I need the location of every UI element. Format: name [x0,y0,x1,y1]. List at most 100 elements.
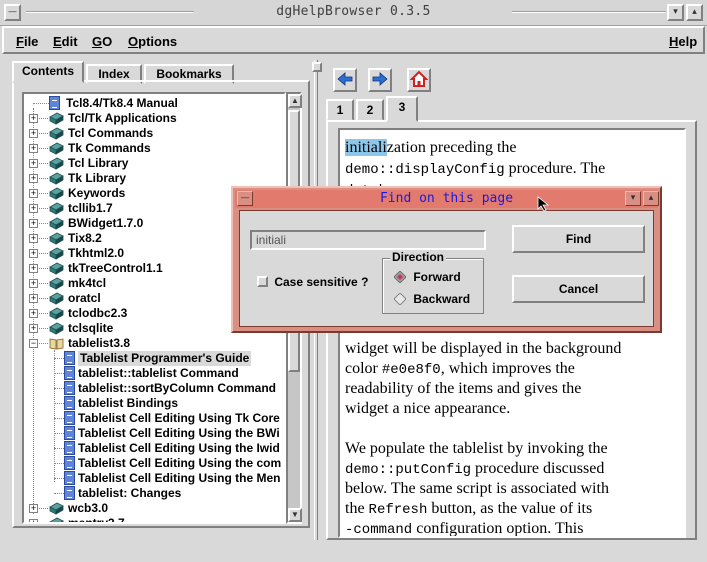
tree-item[interactable]: + Tcl/Tk Applications [24,111,284,126]
window-menu-button[interactable]: — [4,4,21,21]
maximize-button[interactable]: ▴ [686,4,703,21]
page-tab-2[interactable]: 2 [356,99,384,121]
doc-line: color #e0e8f0, which improves the [345,359,575,380]
doc-line: the Refresh button, as the value of its [345,499,592,520]
back-button[interactable] [333,68,357,92]
page-tab-1[interactable]: 1 [326,99,354,121]
menu-help[interactable]: Help [669,34,697,49]
forward-radio[interactable]: Forward [393,269,461,285]
doc-line: -command configuration option. This [345,519,583,536]
expand-icon[interactable]: + [29,519,38,522]
tree-child-item[interactable]: Tablelist Cell Editing Using the BWi [24,426,284,441]
find-input[interactable]: initiali [250,230,486,250]
tree-item-label: Tcl Library [68,156,129,170]
backward-radio[interactable]: Backward [393,291,470,307]
book-icon [49,157,64,170]
tree-item-label-selected: Tablelist Programmer's Guide [78,351,252,366]
tab-contents-label: Contents [22,64,74,78]
tree-item[interactable]: + Tk Commands [24,141,284,156]
tree-child-item[interactable]: Tablelist Cell Editing Using the com [24,456,284,471]
collapse-icon[interactable]: − [29,339,38,348]
tree-item[interactable]: + wcb3.0 [24,501,284,516]
tree-item-manual[interactable]: Tcl8.4/Tk8.4 Manual [24,96,284,111]
tree-item[interactable]: + mentry3.7 [24,516,284,522]
minimize-icon: ▾ [630,193,636,203]
doc-code: demo::displayConfig [345,162,505,178]
tree-item[interactable]: − tablelist3.8 [24,336,284,351]
menu-options[interactable]: Options [128,34,177,49]
scroll-down-button[interactable]: ▼ [288,508,302,522]
tree-connector [39,313,48,314]
home-button[interactable] [407,68,431,92]
minimize-icon: ▾ [673,7,678,17]
doc-text: procedure. The [504,160,606,177]
tree-item[interactable]: + Tcl Commands [24,126,284,141]
tab-contents[interactable]: Contents [12,61,84,83]
minimize-button[interactable]: ▾ [667,4,684,21]
menu-edit[interactable]: Edit [53,34,78,49]
find-dialog-titlebar[interactable]: — Find on this page ▾ ▴ [235,190,659,208]
menu-file[interactable]: File [16,34,38,49]
tree-item[interactable]: + Tk Library [24,171,284,186]
tree-child-item[interactable]: Tablelist Cell Editing Using the Men [24,471,284,486]
document-icon [64,441,75,455]
expand-icon[interactable]: + [29,159,38,168]
maximize-icon: ▴ [692,7,697,17]
menu-go-mnemonic: G [92,34,103,49]
doc-code: demo::putConfig [345,462,472,478]
doc-text: , which improves the [440,360,575,377]
tree-child-item[interactable]: tablelist: Changes [24,486,284,501]
expand-icon[interactable]: + [29,174,38,183]
expand-icon[interactable]: + [29,204,38,213]
window-titlebar[interactable]: — dgHelpBrowser 0.3.5 ▾ ▴ [0,0,707,26]
page-tab-3[interactable]: 3 [386,96,418,122]
dialog-maximize-button[interactable]: ▴ [643,191,659,206]
titlebar-groove-right [512,11,666,13]
book-icon [49,292,64,305]
expand-icon[interactable]: + [29,294,38,303]
book-icon [49,127,64,140]
tree-connector [39,268,48,269]
tree-item-label: Tk Commands [68,141,151,155]
expand-icon[interactable]: + [29,279,38,288]
menu-go[interactable]: GO [92,34,112,49]
book-icon [49,262,64,275]
radio-unselected-icon [393,292,407,306]
find-button[interactable]: Find [512,225,645,253]
tree-child-item[interactable]: Tablelist Cell Editing Using Tk Core [24,411,284,426]
expand-icon[interactable]: + [29,114,38,123]
forward-button[interactable] [368,68,392,92]
tree-item[interactable]: + Tcl Library [24,156,284,171]
book-icon [49,217,64,230]
expand-icon[interactable]: + [29,504,38,513]
tree-child-item[interactable]: tablelist::sortByColumn Command [24,381,284,396]
tree-child-item[interactable]: tablelist Bindings [24,396,284,411]
doc-code: #e0e8f0 [381,362,441,378]
expand-icon[interactable]: + [29,189,38,198]
expand-icon[interactable]: + [29,324,38,333]
book-icon [49,517,64,522]
expand-icon[interactable]: + [29,219,38,228]
menu-file-mnemonic: F [16,34,24,49]
document-icon [64,456,75,470]
cancel-button[interactable]: Cancel [512,275,645,303]
pane-splitter-handle[interactable] [312,62,322,72]
expand-icon[interactable]: + [29,129,38,138]
expand-icon[interactable]: + [29,309,38,318]
tree-item-label: Tix8.2 [68,231,102,245]
expand-icon[interactable]: + [29,249,38,258]
direction-group-label: Direction [390,250,447,264]
expand-icon[interactable]: + [29,144,38,153]
dialog-minimize-button[interactable]: ▾ [625,191,641,206]
expand-icon[interactable]: + [29,264,38,273]
tree-child-item[interactable]: Tablelist Cell Editing Using the Iwid [24,441,284,456]
menu-edit-label: dit [61,34,78,49]
expand-icon[interactable]: + [29,234,38,243]
tree-connector [54,358,64,359]
tree-child-item[interactable]: Tablelist Programmer's Guide [24,351,284,366]
tree-child-item[interactable]: tablelist::tablelist Command [24,366,284,381]
tree-connector [54,418,64,419]
tab-index-label: Index [98,67,130,81]
case-sensitive-checkbox[interactable]: Case sensitive ? [257,274,368,290]
scroll-up-button[interactable]: ▲ [288,94,302,108]
